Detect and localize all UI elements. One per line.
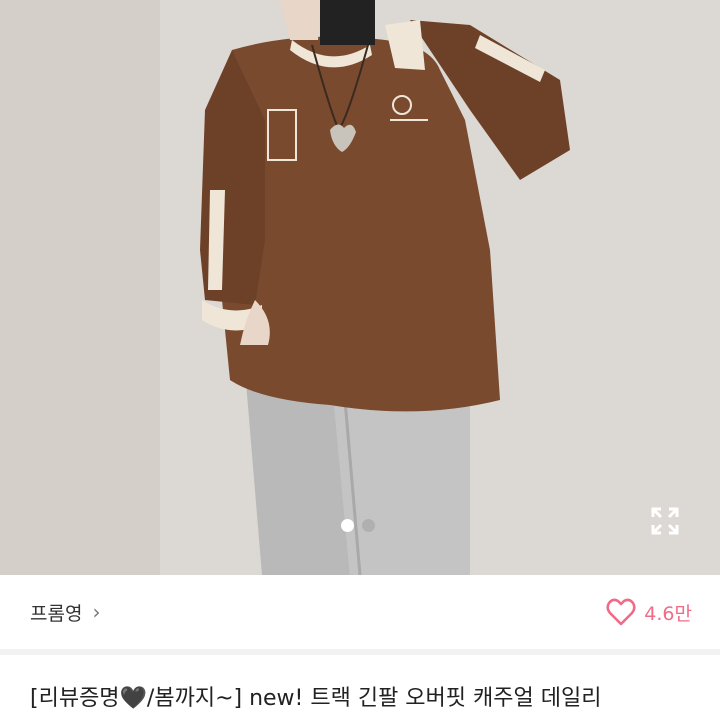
seller-bar: 프롬영 › 4.6만	[0, 575, 720, 649]
like-count: 4.6만	[644, 602, 692, 625]
chevron-right-icon: ›	[92, 600, 101, 624]
seller-link[interactable]: 프롬영 ›	[30, 599, 100, 626]
carousel-dot-active[interactable]	[341, 519, 354, 532]
carousel-indicator	[341, 519, 375, 532]
expand-image-button[interactable]	[646, 502, 684, 540]
product-photo	[0, 0, 720, 575]
expand-icon	[651, 507, 679, 535]
like-button[interactable]: 4.6만	[606, 598, 692, 626]
product-image-carousel[interactable]	[0, 0, 720, 575]
heart-icon	[606, 598, 636, 626]
seller-name: 프롬영	[30, 602, 83, 625]
carousel-dot[interactable]	[362, 519, 375, 532]
product-title: [리뷰증명🖤/봄까지~] new! 트랙 긴팔 오버핏 캐주얼 데일리	[30, 686, 602, 711]
section-divider	[0, 649, 720, 655]
